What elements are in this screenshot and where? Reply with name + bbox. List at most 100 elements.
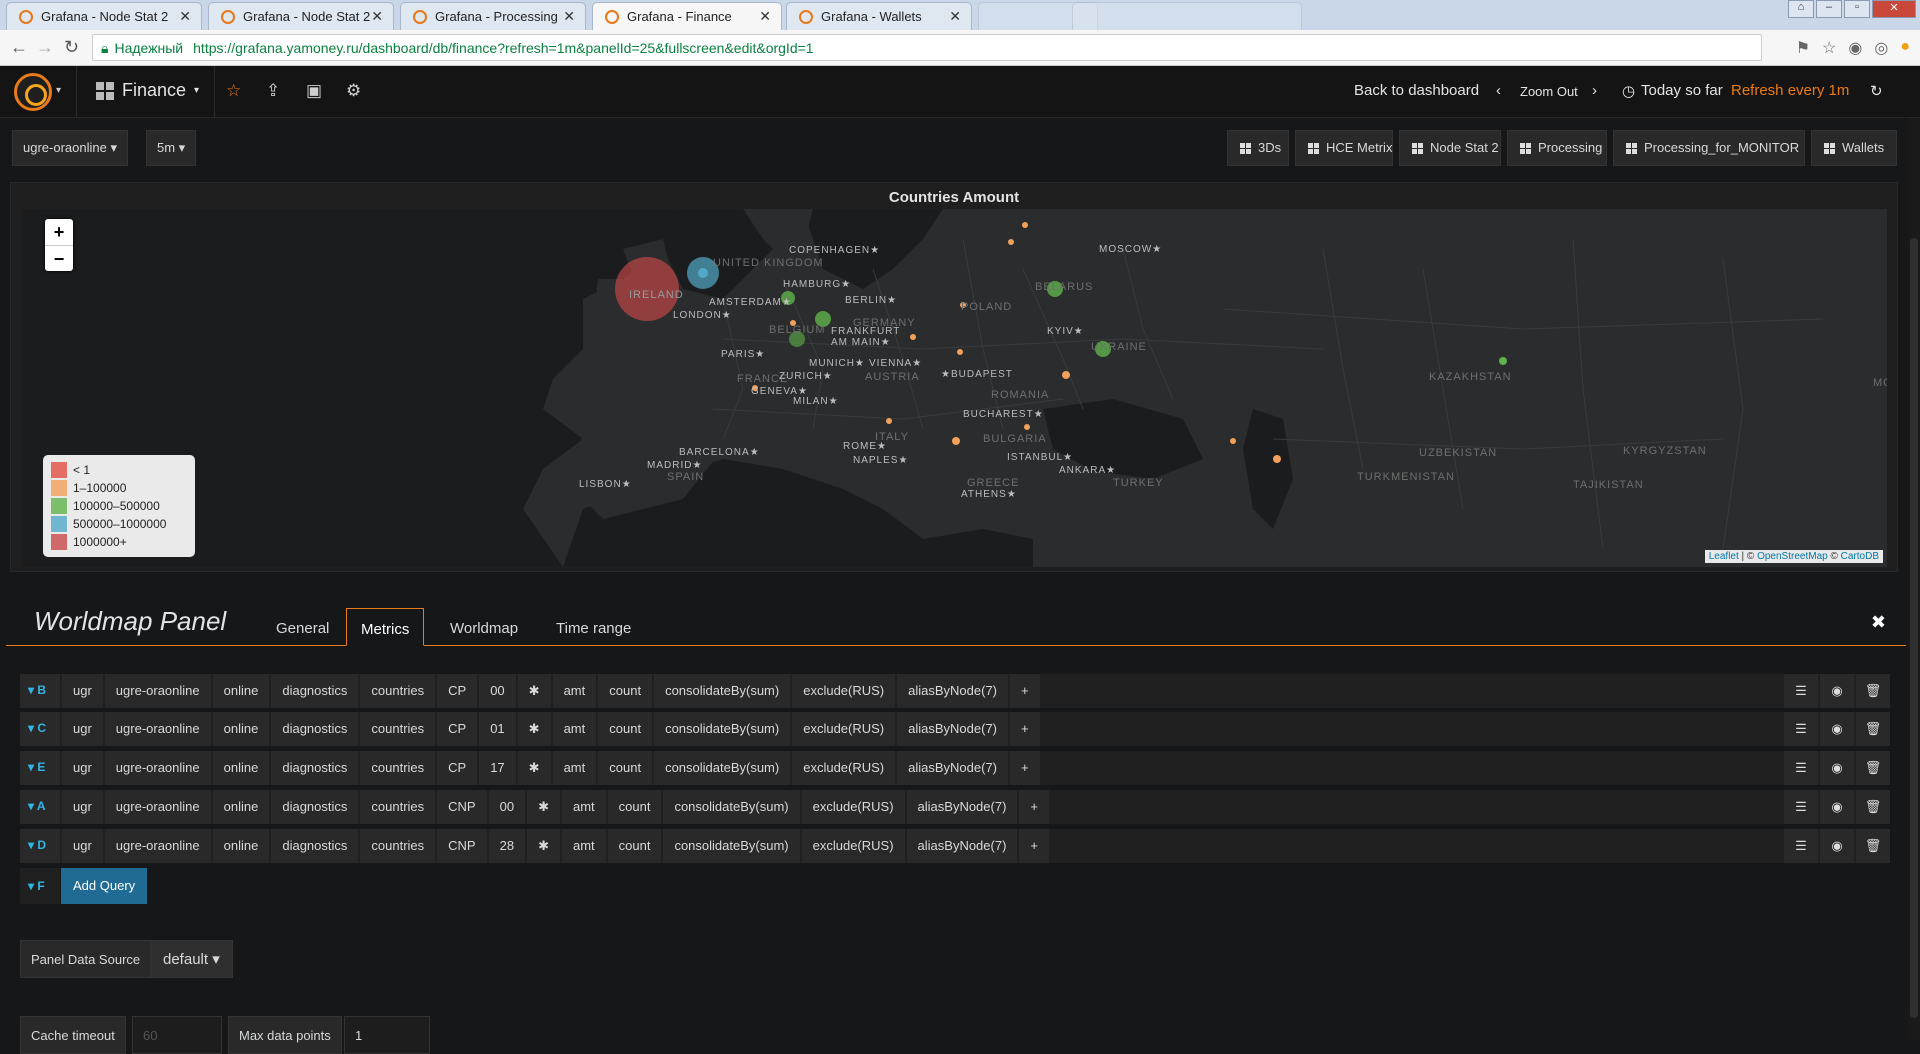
query-segment[interactable]: exclude(RUS) xyxy=(792,712,896,746)
marker-kazakhstan[interactable] xyxy=(1499,357,1507,365)
query-segment[interactable]: online xyxy=(212,829,270,863)
query-segment[interactable]: consolidateBy(sum) xyxy=(663,790,800,824)
close-editor-icon[interactable]: ✖ xyxy=(1871,612,1886,633)
extension-icon[interactable]: ◉ xyxy=(1848,38,1862,58)
browser-tab[interactable]: Grafana - Node Stat 2 ✕ xyxy=(208,2,394,30)
query-segment[interactable]: count xyxy=(598,712,653,746)
window-close-icon[interactable]: ✕ xyxy=(1872,0,1916,18)
scrollbar-thumb[interactable] xyxy=(1910,238,1918,1018)
close-tab-icon[interactable]: ✕ xyxy=(949,8,961,25)
query-segment[interactable]: 00 xyxy=(479,674,516,708)
query-segment[interactable]: CNP xyxy=(437,790,487,824)
query-ref-toggle[interactable]: ▾ A xyxy=(20,790,60,824)
query-ref-toggle[interactable]: ▾ B xyxy=(20,674,60,708)
query-ref-toggle[interactable]: ▾ C xyxy=(20,712,60,746)
query-segment[interactable]: online xyxy=(212,790,270,824)
wildcard-segment[interactable]: ✱ xyxy=(517,751,551,785)
dashboard-link-3ds[interactable]: 3Ds xyxy=(1227,130,1289,166)
refresh-interval-label[interactable]: Refresh every 1m xyxy=(1731,82,1849,99)
save-icon[interactable]: ▣ xyxy=(306,81,322,101)
minimize-icon[interactable]: – xyxy=(1816,0,1842,18)
back-to-dashboard-button[interactable]: Back to dashboard xyxy=(1354,82,1479,99)
page-scrollbar[interactable] xyxy=(1908,118,1920,1040)
close-tab-icon[interactable]: ✕ xyxy=(371,8,383,25)
add-function-button[interactable]: + xyxy=(1010,712,1040,746)
dashboard-link-hce-metrix[interactable]: HCE Metrix xyxy=(1295,130,1393,166)
browser-tab-blurred[interactable] xyxy=(1072,2,1302,30)
extension-icon[interactable]: ● xyxy=(1900,38,1910,58)
marker-uk-core[interactable] xyxy=(698,268,708,278)
cache-timeout-input[interactable]: 60 xyxy=(132,1016,222,1054)
chevron-right-icon[interactable]: › xyxy=(1592,82,1597,99)
query-segment[interactable]: aliasByNode(7) xyxy=(897,751,1009,785)
close-tab-icon[interactable]: ✕ xyxy=(179,8,191,25)
chevron-left-icon[interactable]: ‹ xyxy=(1496,82,1501,99)
query-segment[interactable]: aliasByNode(7) xyxy=(906,829,1018,863)
data-source-select[interactable]: default ▾ xyxy=(150,940,233,978)
browser-tab-active[interactable]: Grafana - Finance ✕ xyxy=(592,2,782,30)
tab-metrics[interactable]: Metrics xyxy=(346,608,425,646)
refresh-icon[interactable]: ↻ xyxy=(1870,82,1883,100)
browser-tab[interactable]: Grafana - Node Stat 2 ✕ xyxy=(6,2,202,30)
query-ref-toggle[interactable]: ▾ E xyxy=(20,751,60,785)
query-segment[interactable]: ugre-oraonline xyxy=(104,790,211,824)
query-menu-icon[interactable]: ☰ xyxy=(1784,712,1818,746)
query-segment[interactable]: 28 xyxy=(488,829,526,863)
query-menu-icon[interactable]: ☰ xyxy=(1784,751,1818,785)
query-segment[interactable]: diagnostics xyxy=(271,829,359,863)
dashboard-link-wallets[interactable]: Wallets xyxy=(1811,130,1897,166)
toggle-visibility-eye-icon[interactable]: ◉ xyxy=(1820,751,1854,785)
query-segment[interactable]: consolidateBy(sum) xyxy=(654,674,791,708)
add-function-button[interactable]: + xyxy=(1019,790,1049,824)
reload-icon[interactable]: ↻ xyxy=(64,37,79,58)
query-segment[interactable]: consolidateBy(sum) xyxy=(654,751,791,785)
query-segment[interactable]: ugr xyxy=(62,790,103,824)
toggle-visibility-eye-icon[interactable]: ◉ xyxy=(1820,829,1854,863)
query-segment[interactable]: aliasByNode(7) xyxy=(897,712,1009,746)
wildcard-segment[interactable]: ✱ xyxy=(517,674,551,708)
query-menu-icon[interactable]: ☰ xyxy=(1784,790,1818,824)
add-function-button[interactable]: + xyxy=(1019,829,1049,863)
query-segment[interactable]: CP xyxy=(437,674,478,708)
query-segment[interactable]: ugr xyxy=(62,829,103,863)
toggle-visibility-eye-icon[interactable]: ◉ xyxy=(1820,674,1854,708)
query-segment[interactable]: ugr xyxy=(62,751,103,785)
add-function-button[interactable]: + xyxy=(1010,751,1040,785)
browser-tab[interactable]: Grafana - Wallets ✕ xyxy=(786,2,972,30)
wildcard-segment[interactable]: ✱ xyxy=(517,712,551,746)
add-query-button[interactable]: Add Query xyxy=(61,868,148,904)
user-icon[interactable]: ⌂ xyxy=(1788,0,1814,18)
maximize-icon[interactable]: ▫ xyxy=(1844,0,1870,18)
dashboard-link-node-stat-2[interactable]: Node Stat 2 xyxy=(1399,130,1501,166)
delete-query-trash-icon[interactable]: 🗑︎ xyxy=(1856,829,1890,863)
query-segment[interactable]: amt xyxy=(561,790,606,824)
delete-query-trash-icon[interactable]: 🗑︎ xyxy=(1856,790,1890,824)
query-segment[interactable]: ugre-oraonline xyxy=(104,751,211,785)
query-segment[interactable]: exclude(RUS) xyxy=(792,674,896,708)
query-segment[interactable]: diagnostics xyxy=(271,751,359,785)
query-segment[interactable]: CP xyxy=(437,751,478,785)
query-segment[interactable]: count xyxy=(607,829,662,863)
query-segment[interactable]: diagnostics xyxy=(271,674,359,708)
query-segment[interactable]: consolidateBy(sum) xyxy=(663,829,800,863)
toggle-visibility-eye-icon[interactable]: ◉ xyxy=(1820,712,1854,746)
tab-general[interactable]: General xyxy=(262,608,343,646)
host-variable-select[interactable]: ugre-oraonline ▾ xyxy=(12,130,128,166)
query-ref-toggle[interactable]: ▾ D xyxy=(20,829,60,863)
forward-arrow-icon[interactable]: → xyxy=(36,37,54,58)
query-segment[interactable]: diagnostics xyxy=(271,790,359,824)
query-segment[interactable]: countries xyxy=(360,751,436,785)
query-segment[interactable]: countries xyxy=(360,790,436,824)
query-segment[interactable]: amt xyxy=(552,751,597,785)
query-segment[interactable]: online xyxy=(212,751,270,785)
query-segment[interactable]: 00 xyxy=(488,790,526,824)
leaflet-link[interactable]: Leaflet xyxy=(1709,551,1739,562)
query-segment[interactable]: aliasByNode(7) xyxy=(897,674,1009,708)
query-ref-f[interactable]: ▾ F xyxy=(20,868,60,904)
extension-icon[interactable]: ◎ xyxy=(1874,38,1888,58)
query-segment[interactable]: amt xyxy=(552,712,597,746)
query-segment[interactable]: count xyxy=(598,751,653,785)
grafana-logo-icon[interactable] xyxy=(14,73,52,111)
delete-query-trash-icon[interactable]: 🗑︎ xyxy=(1856,751,1890,785)
star-icon[interactable]: ☆ xyxy=(226,81,241,101)
